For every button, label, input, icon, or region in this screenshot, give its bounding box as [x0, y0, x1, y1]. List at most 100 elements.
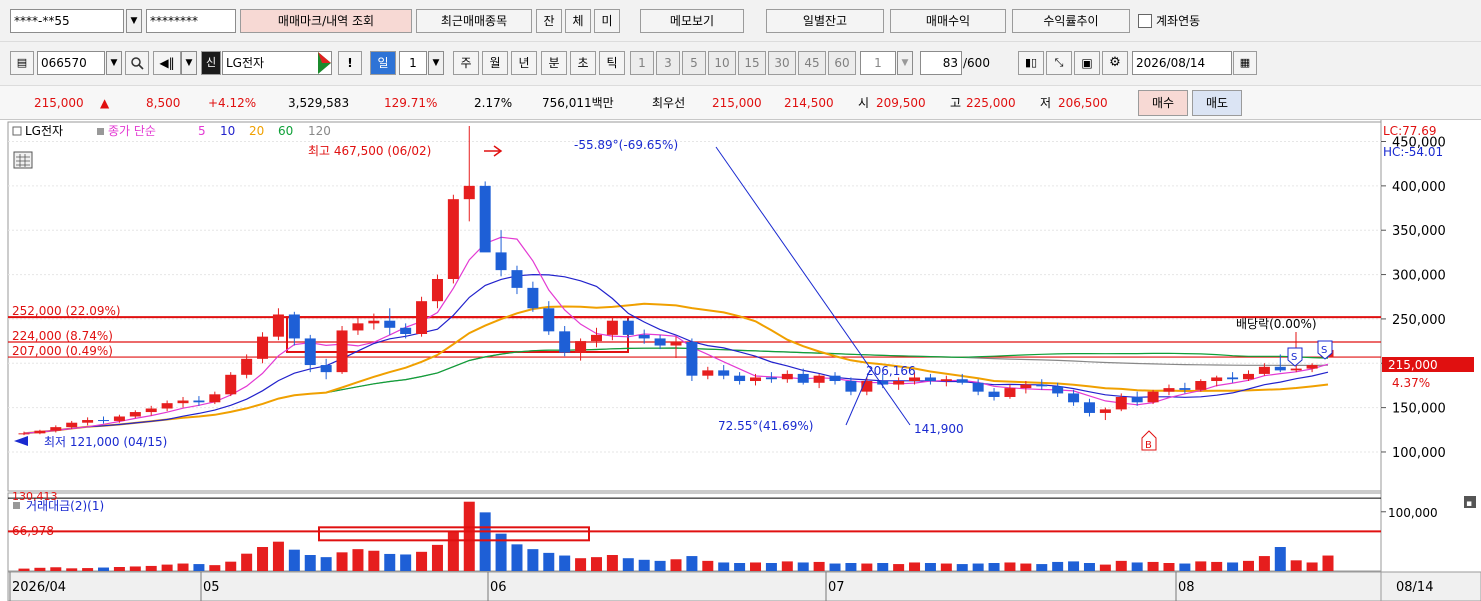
- volume: 3,529,583: [288, 96, 350, 110]
- interval-value-field[interactable]: 1: [860, 51, 896, 75]
- candle-body: [1306, 365, 1318, 369]
- bar-count-field[interactable]: 83: [920, 51, 962, 75]
- candle-body: [257, 336, 269, 359]
- volume-bar: [765, 563, 777, 571]
- balance-button[interactable]: 잔: [536, 9, 562, 33]
- period-minute-button[interactable]: 분: [541, 51, 567, 75]
- candle-body: [479, 185, 491, 253]
- period-tick-button[interactable]: 틱: [599, 51, 625, 75]
- price-chart[interactable]: 252,000 (22.09%) 224,000 (8.74%)207,000 (…: [0, 120, 1481, 601]
- candle-body: [1020, 384, 1032, 389]
- volume-bar: [209, 565, 221, 571]
- account-link-checkbox[interactable]: [1138, 14, 1152, 28]
- interval-15-button[interactable]: 15: [738, 51, 766, 75]
- trade-mark-button[interactable]: 매매마크/내역 조회: [240, 9, 412, 33]
- interval-1-button[interactable]: 1: [630, 51, 654, 75]
- buy-button[interactable]: 매수: [1138, 90, 1188, 116]
- interval-3-button[interactable]: 3: [656, 51, 680, 75]
- candle-body: [1242, 373, 1254, 380]
- candle-body: [734, 375, 746, 382]
- period-number-dropdown[interactable]: ▼: [428, 51, 444, 75]
- low-price: 206,500: [1058, 96, 1108, 110]
- period-month-button[interactable]: 월: [482, 51, 508, 75]
- period-second-button[interactable]: 초: [570, 51, 596, 75]
- candle-body: [893, 381, 905, 385]
- candle-body: [1131, 396, 1143, 403]
- candle-body: [940, 379, 952, 382]
- candle-body: [161, 403, 173, 409]
- candle-body: [575, 341, 587, 353]
- volume-bar: [495, 533, 507, 571]
- candle-body: [1052, 386, 1064, 394]
- executed-button[interactable]: 체: [565, 9, 591, 33]
- svg-text:▪: ▪: [1466, 499, 1472, 509]
- candle-body: [304, 338, 316, 366]
- volume-bar: [463, 501, 475, 571]
- candle-body: [543, 308, 555, 332]
- account-field[interactable]: ****-**55: [10, 9, 124, 33]
- interval-60-button[interactable]: 60: [828, 51, 856, 75]
- candle-body: [845, 381, 857, 392]
- calendar-icon[interactable]: ▦: [1233, 51, 1257, 75]
- period-year-button[interactable]: 년: [511, 51, 537, 75]
- legend-ma120: 120: [308, 124, 331, 138]
- y-tick-label: 350,000: [1392, 224, 1446, 239]
- legend-ma20: 20: [249, 124, 264, 138]
- table-icon[interactable]: [13, 151, 33, 169]
- trend-down-annotation: 72.55°(41.69%): [718, 419, 813, 433]
- interval-30-button[interactable]: 30: [768, 51, 796, 75]
- speaker-icon[interactable]: ◀‖: [153, 51, 181, 75]
- interval-dropdown[interactable]: ▼: [897, 51, 913, 75]
- period-number-field[interactable]: 1: [399, 51, 427, 75]
- volume-bar: [82, 568, 94, 571]
- volume-bar: [272, 541, 284, 571]
- return-trend-button[interactable]: 수익률추이: [1012, 9, 1130, 33]
- volume-bar: [225, 561, 237, 571]
- volume-bar: [431, 544, 443, 571]
- candle-body: [702, 370, 714, 376]
- volume-bar: [877, 563, 889, 571]
- trendline-icon[interactable]: ⤡: [1046, 51, 1072, 75]
- interval-10-button[interactable]: 10: [708, 51, 736, 75]
- account-link-label: 계좌연동: [1156, 14, 1201, 28]
- save-icon[interactable]: ▣: [1074, 51, 1100, 75]
- stock-name-field[interactable]: LG전자: [222, 51, 332, 75]
- volume-bar: [590, 557, 602, 571]
- date-field[interactable]: 2026/08/14: [1132, 51, 1232, 75]
- period-day-button[interactable]: 일: [370, 51, 396, 75]
- volume-bar: [781, 561, 793, 571]
- gear-icon[interactable]: ⚙: [1102, 51, 1128, 75]
- daily-balance-button[interactable]: 일별잔고: [766, 9, 884, 33]
- volume-bar: [1052, 561, 1064, 571]
- svg-text:B: B: [1145, 440, 1152, 451]
- interval-5-button[interactable]: 5: [682, 51, 706, 75]
- password-field[interactable]: ********: [146, 9, 236, 33]
- volume-bar: [1163, 563, 1175, 571]
- memo-button[interactable]: 메모보기: [640, 9, 744, 33]
- stock-code-input[interactable]: 066570: [37, 51, 105, 75]
- period-week-button[interactable]: 주: [453, 51, 479, 75]
- alert-button[interactable]: !: [338, 51, 362, 75]
- volume-bar: [368, 550, 380, 571]
- volume-bar: [1068, 561, 1080, 571]
- lowest-annotation: 최저 121,000 (04/15): [44, 435, 167, 449]
- list-icon[interactable]: ▤: [10, 51, 34, 75]
- speaker-dropdown[interactable]: ▼: [181, 51, 197, 75]
- interval-45-button[interactable]: 45: [798, 51, 826, 75]
- candle-body: [956, 379, 968, 383]
- recent-trades-button[interactable]: 최근매매종목: [416, 9, 532, 33]
- volume-bar: [50, 567, 62, 571]
- volume-bar: [940, 563, 952, 571]
- sell-button[interactable]: 매도: [1192, 90, 1242, 116]
- candle-type-icon[interactable]: ▮▯: [1018, 51, 1044, 75]
- candle-body: [225, 374, 237, 395]
- account-dropdown[interactable]: ▼: [126, 9, 142, 33]
- search-icon[interactable]: [125, 51, 149, 75]
- volume-bar: [750, 562, 762, 571]
- stock-code-dropdown[interactable]: ▼: [106, 51, 122, 75]
- candle-body: [1195, 381, 1207, 390]
- volume-bar: [829, 563, 841, 571]
- unfilled-button[interactable]: 미: [594, 9, 620, 33]
- candle-body: [1179, 388, 1191, 390]
- trade-profit-button[interactable]: 매매수익: [890, 9, 1006, 33]
